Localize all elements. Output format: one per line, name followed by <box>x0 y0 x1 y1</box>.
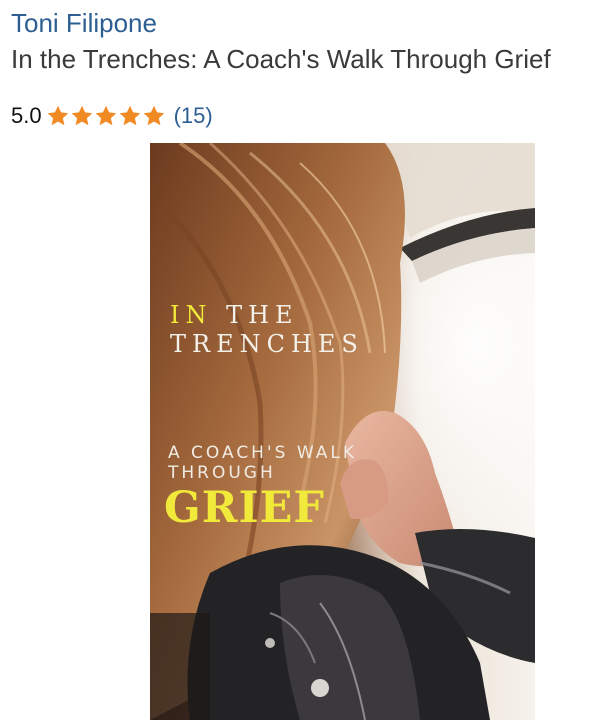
cover-title-rest: THE <box>212 301 299 329</box>
star-icon <box>143 105 164 126</box>
star-rating <box>46 104 166 128</box>
review-count-link[interactable]: (15) <box>174 103 213 129</box>
cover-subtitle-line-2: THROUGH <box>168 463 276 483</box>
cover-photo <box>150 143 535 720</box>
product-title[interactable]: In the Trenches: A Coach's Walk Through … <box>11 42 551 76</box>
author-link[interactable]: Toni Filipone <box>11 6 157 40</box>
cover-title-accent: IN <box>170 301 213 329</box>
rating-value: 5.0 <box>11 103 42 128</box>
rating-row[interactable]: 5.0 (15) <box>11 99 213 133</box>
star-icon <box>47 105 68 126</box>
star-icon <box>119 105 140 126</box>
star-icon <box>95 105 116 126</box>
star-icon <box>71 105 92 126</box>
cover-title-line-2: TRENCHES <box>170 330 364 358</box>
cover-title-line-1: IN THE <box>170 301 299 329</box>
cover-subtitle-line-1: A COACH'S WALK <box>168 443 357 463</box>
cover-subtitle-emphasis: GRIEF <box>164 483 325 533</box>
book-cover[interactable]: IN THE TRENCHES A COACH'S WALK THROUGH G… <box>150 143 535 720</box>
